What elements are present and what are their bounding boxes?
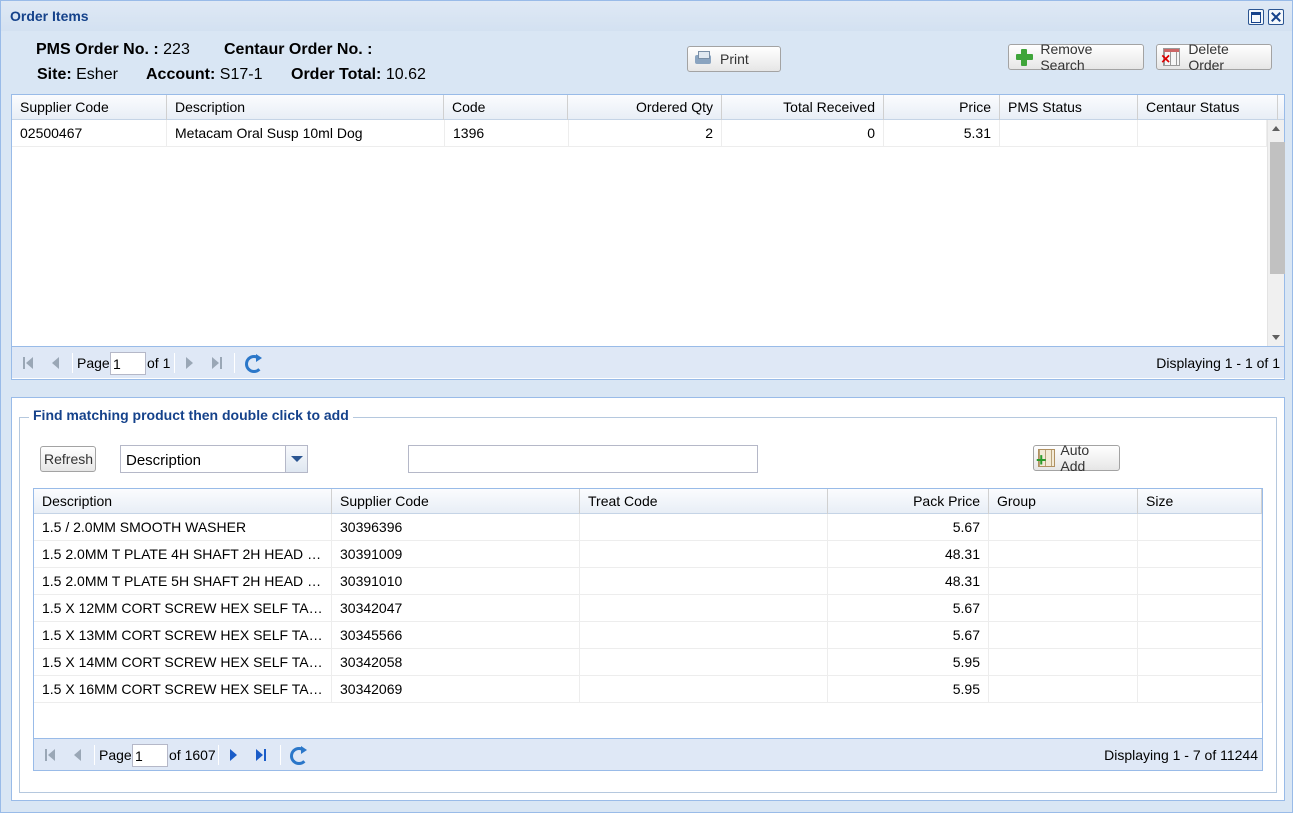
items-scrollbar[interactable] — [1267, 120, 1285, 346]
auto-add-button[interactable]: Auto Add — [1033, 442, 1120, 474]
next-page-icon[interactable] — [182, 355, 198, 371]
col-centaur-status[interactable]: Centaur Status — [1138, 95, 1278, 120]
products-header: Description Supplier Code Treat Code Pac… — [34, 489, 1262, 514]
col-description[interactable]: Description — [167, 95, 444, 120]
search-input[interactable] — [408, 445, 758, 473]
order-total: Order Total: 10.62 — [291, 66, 426, 83]
table-row[interactable]: 1.5 X 13MM CORT SCREW HEX SELF TAPPING 30… — [34, 622, 1262, 649]
scroll-thumb[interactable] — [1270, 142, 1285, 274]
remove-search-button[interactable]: Remove Search — [1008, 41, 1144, 73]
products-grid: Description Supplier Code Treat Code Pac… — [33, 488, 1263, 771]
table-row[interactable]: 1.5 2.0MM T PLATE 4H SHAFT 2H HEAD LOW P… — [34, 541, 1262, 568]
close-icon[interactable] — [1268, 9, 1284, 25]
col-supplier-code[interactable]: Supplier Code — [332, 489, 580, 514]
table-row[interactable]: 1.5 X 14MM CORT SCREW HEX SELF TAPPING 30… — [34, 649, 1262, 676]
next-page-icon[interactable] — [226, 747, 242, 763]
order-items-header: Supplier Code Description Code Ordered Q… — [12, 95, 1284, 120]
col-price[interactable]: Price — [884, 95, 1000, 120]
refresh-button[interactable]: Refresh — [40, 446, 96, 472]
table-row[interactable]: 1.5 2.0MM T PLATE 5H SHAFT 2H HEAD LOW P… — [34, 568, 1262, 595]
items-pager: Page of 1 Displaying 1 - 1 of 1 — [12, 346, 1284, 378]
table-row[interactable]: 1.5 X 16MM CORT SCREW HEX SELF TAPPING 30… — [34, 676, 1262, 703]
prev-page-icon[interactable] — [68, 747, 84, 763]
window-title: Order Items — [10, 8, 89, 24]
grid-add-icon — [1036, 449, 1056, 467]
grid-delete-icon — [1161, 48, 1181, 67]
col-pms-status[interactable]: PMS Status — [1000, 95, 1138, 120]
page-input[interactable] — [132, 744, 168, 767]
col-pack-price[interactable]: Pack Price — [828, 489, 989, 514]
products-pager: Page of 1607 Displaying 1 - 7 of 11244 — [34, 738, 1262, 770]
delete-order-button[interactable]: Delete Order — [1156, 41, 1272, 73]
pager-display: Displaying 1 - 7 of 11244 — [1104, 747, 1258, 763]
window-titlebar[interactable]: Order Items — [1, 1, 1292, 31]
col-ordered-qty[interactable]: Ordered Qty — [568, 95, 722, 120]
pms-order-no: PMS Order No. : 223 — [36, 41, 190, 58]
first-page-icon[interactable] — [42, 747, 58, 763]
green-plus-icon — [1015, 48, 1034, 66]
search-field-select[interactable]: Description — [120, 445, 308, 473]
order-items-grid: Supplier Code Description Code Ordered Q… — [11, 94, 1285, 380]
col-group[interactable]: Group — [989, 489, 1138, 514]
order-items-window: Order Items PMS Order No. : 223 Centaur … — [0, 0, 1293, 813]
maximize-icon[interactable] — [1248, 9, 1264, 25]
last-page-icon[interactable] — [208, 355, 224, 371]
col-description[interactable]: Description — [34, 489, 332, 514]
scroll-down-icon[interactable] — [1272, 335, 1280, 340]
refresh-icon[interactable] — [290, 746, 308, 765]
pager-display: Displaying 1 - 1 of 1 — [1156, 355, 1280, 371]
col-size[interactable]: Size — [1138, 489, 1262, 514]
table-row[interactable]: 1.5 X 12MM CORT SCREW HEX SELF TAPPING 30… — [34, 595, 1262, 622]
refresh-icon[interactable] — [245, 354, 263, 373]
account-info: Account: S17-1 — [146, 66, 263, 83]
prev-page-icon[interactable] — [46, 355, 62, 371]
page-input[interactable] — [110, 352, 146, 375]
table-row[interactable]: 1.5 / 2.0MM SMOOTH WASHER 30396396 5.67 — [34, 514, 1262, 541]
last-page-icon[interactable] — [252, 747, 268, 763]
site-info: Site: Esher — [37, 66, 118, 83]
printer-icon — [694, 50, 712, 68]
scroll-up-icon[interactable] — [1272, 126, 1280, 131]
fieldset-legend: Find matching product then double click … — [29, 407, 353, 423]
col-treat-code[interactable]: Treat Code — [580, 489, 828, 514]
col-supplier-code[interactable]: Supplier Code — [12, 95, 167, 120]
table-row[interactable]: 02500467 Metacam Oral Susp 10ml Dog 1396… — [12, 120, 1267, 147]
col-code[interactable]: Code — [444, 95, 568, 120]
col-total-received[interactable]: Total Received — [722, 95, 884, 120]
first-page-icon[interactable] — [20, 355, 36, 371]
centaur-order-no: Centaur Order No. : — [224, 41, 373, 58]
chevron-down-icon[interactable] — [285, 446, 307, 472]
print-button[interactable]: Print — [687, 46, 781, 72]
